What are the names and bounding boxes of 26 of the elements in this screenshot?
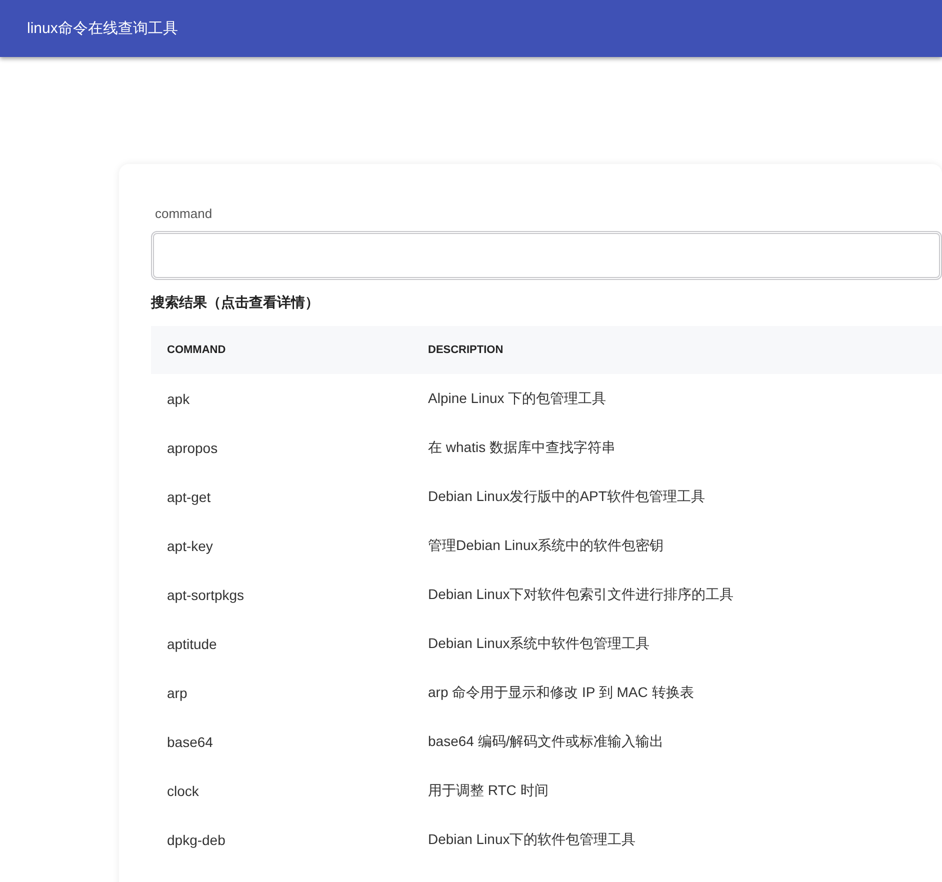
command-cell[interactable]: apk [151, 374, 412, 423]
description-cell[interactable]: Alpine Linux 下的包管理工具 [412, 374, 942, 423]
description-cell[interactable]: 在 whatis 数据库中查找字符串 [412, 423, 942, 472]
command-input-field[interactable] [151, 231, 942, 280]
description-cell[interactable]: base64 编码/解码文件或标准输入输出 [412, 717, 942, 766]
results-heading: 搜索结果（点击查看详情） [151, 294, 319, 312]
description-cell[interactable]: Debian Linux发行版中的APT软件包管理工具 [412, 472, 942, 521]
command-cell[interactable]: apt-get [151, 472, 412, 521]
app-title: linux命令在线查询工具 [27, 19, 178, 38]
command-cell[interactable]: arp [151, 668, 412, 717]
command-cell[interactable]: dpkg-deb [151, 815, 412, 864]
description-cell[interactable]: 用于调整 RTC 时间 [412, 766, 942, 815]
description-cell[interactable]: Debian Linux下的软件包管理工具 [412, 815, 942, 864]
command-cell[interactable]: clock [151, 766, 412, 815]
command-cell[interactable]: apropos [151, 423, 412, 472]
description-cell[interactable]: Debian Linux下对软件包索引文件进行排序的工具 [412, 570, 942, 619]
column-header: COMMAND [151, 326, 412, 374]
description-cell[interactable]: Debian Linux系统中软件包管理工具 [412, 619, 942, 668]
command-cell[interactable]: base64 [151, 717, 412, 766]
command-cell[interactable]: apt-sortpkgs [151, 570, 412, 619]
description-cell[interactable]: 管理Debian Linux系统中的软件包密钥 [412, 521, 942, 570]
command-cell[interactable]: apt-key [151, 521, 412, 570]
command-cell[interactable]: aptitude [151, 619, 412, 668]
column-header: DESCRIPTION [412, 326, 942, 374]
field-label: command [155, 206, 212, 221]
description-cell[interactable]: arp 命令用于显示和修改 IP 到 MAC 转换表 [412, 668, 942, 717]
